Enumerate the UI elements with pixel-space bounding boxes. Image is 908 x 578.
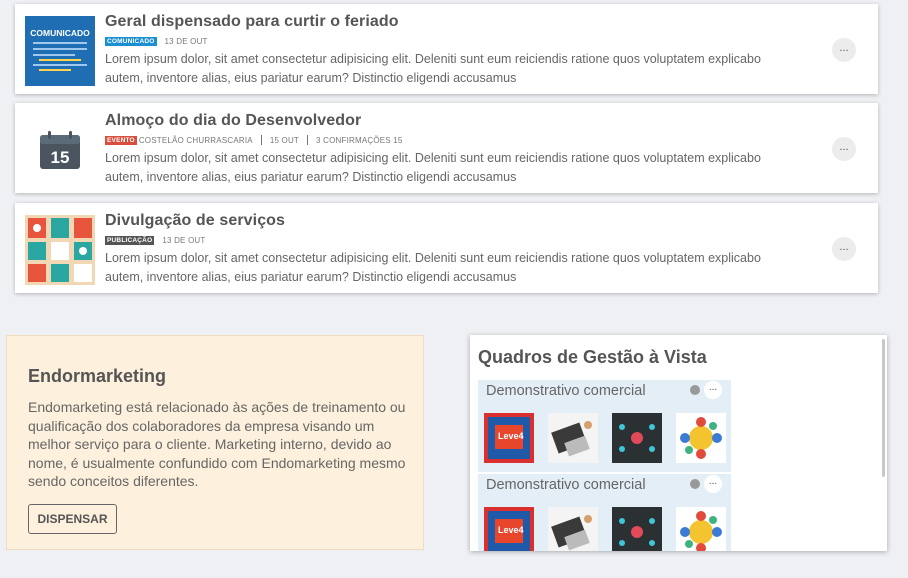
- feed-item-description: Lorem ipsum dolor, sit amet consectetur …: [105, 251, 761, 284]
- board-thumbnail[interactable]: [548, 507, 598, 551]
- date-label: 15 OUT: [269, 135, 300, 145]
- confirmations-label[interactable]: 3 CONFIRMAÇÕES 15: [316, 136, 403, 145]
- endomarketing-title: Endormarketing: [28, 366, 167, 386]
- date-label: 13 DE OUT: [164, 36, 208, 46]
- feed-item-title[interactable]: Geral dispensado para curtir o feriado: [105, 12, 785, 32]
- calendar-day: 15: [51, 148, 70, 167]
- board-title[interactable]: Demonstrativo comercial: [486, 383, 646, 399]
- board-thumbnail[interactable]: Leve4: [484, 507, 534, 551]
- board-card[interactable]: Demonstrativo comercial ... Leve4: [478, 474, 731, 551]
- feed-item-description: Lorem ipsum dolor, sit amet consectetur …: [105, 151, 761, 184]
- type-badge: EVENTO: [105, 135, 137, 145]
- more-options-button[interactable]: ...: [832, 137, 856, 161]
- endomarketing-text: Endomarketing está relacionado às ações …: [28, 399, 406, 489]
- comunicado-thumbnail: COMUNICADO: [25, 16, 95, 86]
- publicacao-thumbnail: [25, 215, 95, 285]
- feed-item-comunicado[interactable]: COMUNICADO Geral dispensado para curtir …: [15, 4, 878, 94]
- panel-title: Quadros de Gestão à Vista: [478, 347, 707, 367]
- dismiss-button[interactable]: DISPENSAR: [28, 504, 117, 534]
- type-badge: COMUNICADO: [105, 36, 157, 46]
- type-badge: PUBLICAÇÃO: [105, 235, 155, 245]
- board-thumbnail[interactable]: [548, 413, 598, 463]
- feed-item-evento[interactable]: 15 Almoço do dia do Desenvolvedor EVENTO…: [15, 103, 878, 193]
- board-thumbnail[interactable]: [676, 413, 726, 463]
- board-thumbnail[interactable]: [612, 413, 662, 463]
- board-thumbnail[interactable]: Leve4: [484, 413, 534, 463]
- management-boards-panel: Quadros de Gestão à Vista Demonstrativo …: [470, 335, 887, 551]
- feed-item-title[interactable]: Almoço do dia do Desenvolvedor: [105, 111, 785, 131]
- endomarketing-panel: Endormarketing Endomarketing está relaci…: [6, 335, 424, 550]
- board-more-button[interactable]: ...: [704, 381, 722, 399]
- globe-icon: [690, 479, 700, 489]
- date-label: 13 DE OUT: [162, 235, 206, 245]
- board-card[interactable]: Demonstrativo comercial ... Leve4: [478, 380, 731, 472]
- tile-label: Leve4: [498, 525, 524, 535]
- tile-label: Leve4: [498, 431, 524, 441]
- feed-item-title[interactable]: Divulgação de serviços: [105, 211, 785, 231]
- calendar-thumbnail: 15: [25, 115, 95, 185]
- scrollbar[interactable]: [882, 339, 885, 477]
- feed-item-publicacao[interactable]: Divulgação de serviços PUBLICAÇÃO 13 DE …: [15, 203, 878, 293]
- more-options-button[interactable]: ...: [832, 38, 856, 62]
- globe-icon: [690, 385, 700, 395]
- board-title[interactable]: Demonstrativo comercial: [486, 477, 646, 493]
- board-thumbnail[interactable]: [612, 507, 662, 551]
- board-more-button[interactable]: ...: [704, 475, 722, 493]
- more-options-button[interactable]: ...: [832, 237, 856, 261]
- thumbnail-title: COMUNICADO: [25, 16, 95, 38]
- feed-item-description: Lorem ipsum dolor, sit amet consectetur …: [105, 52, 761, 85]
- board-thumbnail[interactable]: [676, 507, 726, 551]
- calendar-icon: 15: [40, 131, 80, 169]
- location-label: COSTELÃO CHURRASCARIA: [138, 135, 253, 145]
